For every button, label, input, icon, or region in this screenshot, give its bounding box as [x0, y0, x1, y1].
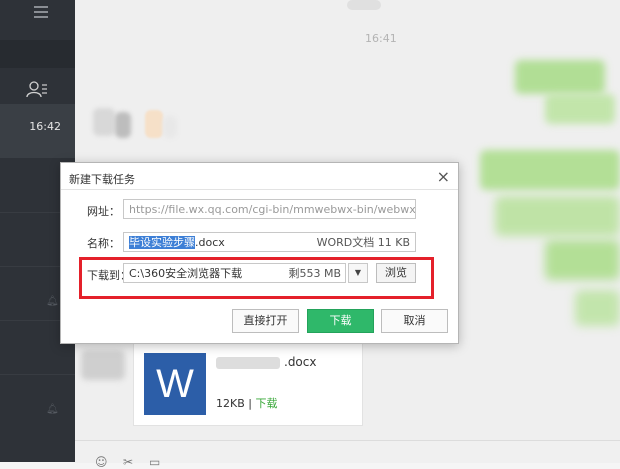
- selected-filename: 毕设实验步骤: [129, 236, 195, 249]
- cancel-button[interactable]: 取消: [381, 309, 448, 333]
- blurred-avatar: [115, 112, 131, 138]
- composer-toolbar: ☺ ✂ ▭: [75, 440, 620, 469]
- file-type-size: WORD文档 11 KB: [316, 236, 410, 249]
- search-area[interactable]: [0, 40, 75, 68]
- dialog-title: 新建下载任务: [69, 173, 135, 186]
- highlight-annotation: [79, 257, 434, 299]
- blurred-avatar: [163, 116, 177, 138]
- file-meta: 12KB | 下载: [216, 395, 277, 411]
- mute-icon: 🔔︎: [46, 296, 59, 307]
- blurred-avatar: [81, 350, 125, 380]
- file-message-card[interactable]: W .docx 12KB | 下载: [133, 342, 363, 426]
- blurred-avatar: [145, 110, 163, 138]
- open-directly-button[interactable]: 直接打开: [232, 309, 299, 333]
- file-name: .docx: [216, 355, 316, 369]
- chat-time: 16:42: [29, 120, 61, 133]
- url-label: 网址：: [87, 205, 120, 218]
- blurred-message: [495, 196, 620, 236]
- scissors-icon[interactable]: ✂: [123, 455, 133, 469]
- url-field[interactable]: https://file.wx.qq.com/cgi-bin/mmwebwx-b…: [123, 199, 416, 219]
- meta-separator: |: [248, 397, 252, 410]
- menu-icon[interactable]: [34, 6, 48, 18]
- blurred-message: [480, 150, 620, 190]
- contacts-icon[interactable]: [26, 80, 48, 98]
- emoji-icon[interactable]: ☺: [95, 455, 108, 469]
- chat-list-item-active[interactable]: 16:42: [0, 104, 75, 158]
- blurred-message: [545, 94, 615, 124]
- word-document-icon: W: [144, 353, 206, 415]
- blurred-avatar: [347, 0, 381, 10]
- new-download-dialog: 新建下载任务 × 网址： https://file.wx.qq.com/cgi-…: [60, 162, 459, 344]
- download-button[interactable]: 下载: [307, 309, 374, 333]
- folder-icon[interactable]: ▭: [149, 455, 160, 469]
- filename-field[interactable]: 毕设实验步骤.docx WORD文档 11 KB: [123, 232, 416, 252]
- message-timestamp: 16:41: [365, 32, 397, 45]
- file-size: 12KB: [216, 397, 245, 410]
- blurred-message: [515, 60, 605, 94]
- mute-icon: 🔔︎: [46, 404, 59, 415]
- divider: [0, 374, 75, 375]
- name-label: 名称：: [87, 237, 120, 250]
- filename-extension: .docx: [195, 236, 225, 249]
- blurred-message: [545, 240, 620, 280]
- close-icon[interactable]: ×: [437, 167, 450, 186]
- blurred-avatar: [93, 108, 115, 136]
- download-link[interactable]: 下载: [255, 397, 277, 410]
- divider: [61, 189, 458, 190]
- blurred-message: [575, 290, 620, 326]
- blurred-filename: [216, 356, 280, 369]
